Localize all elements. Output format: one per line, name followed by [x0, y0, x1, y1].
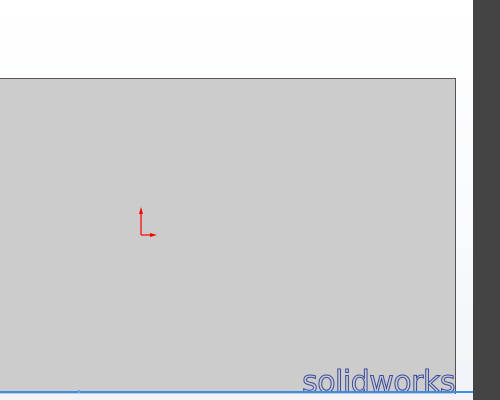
graphics-area[interactable]: solidworks: [0, 0, 500, 400]
divider-tick: [78, 390, 80, 393]
solidworks-watermark: solidworks: [302, 365, 456, 400]
status-divider-line: [0, 391, 473, 393]
origin-axis-icon: [139, 207, 157, 237]
task-pane-strip[interactable]: [473, 0, 500, 400]
drawing-sheet[interactable]: [0, 78, 456, 394]
